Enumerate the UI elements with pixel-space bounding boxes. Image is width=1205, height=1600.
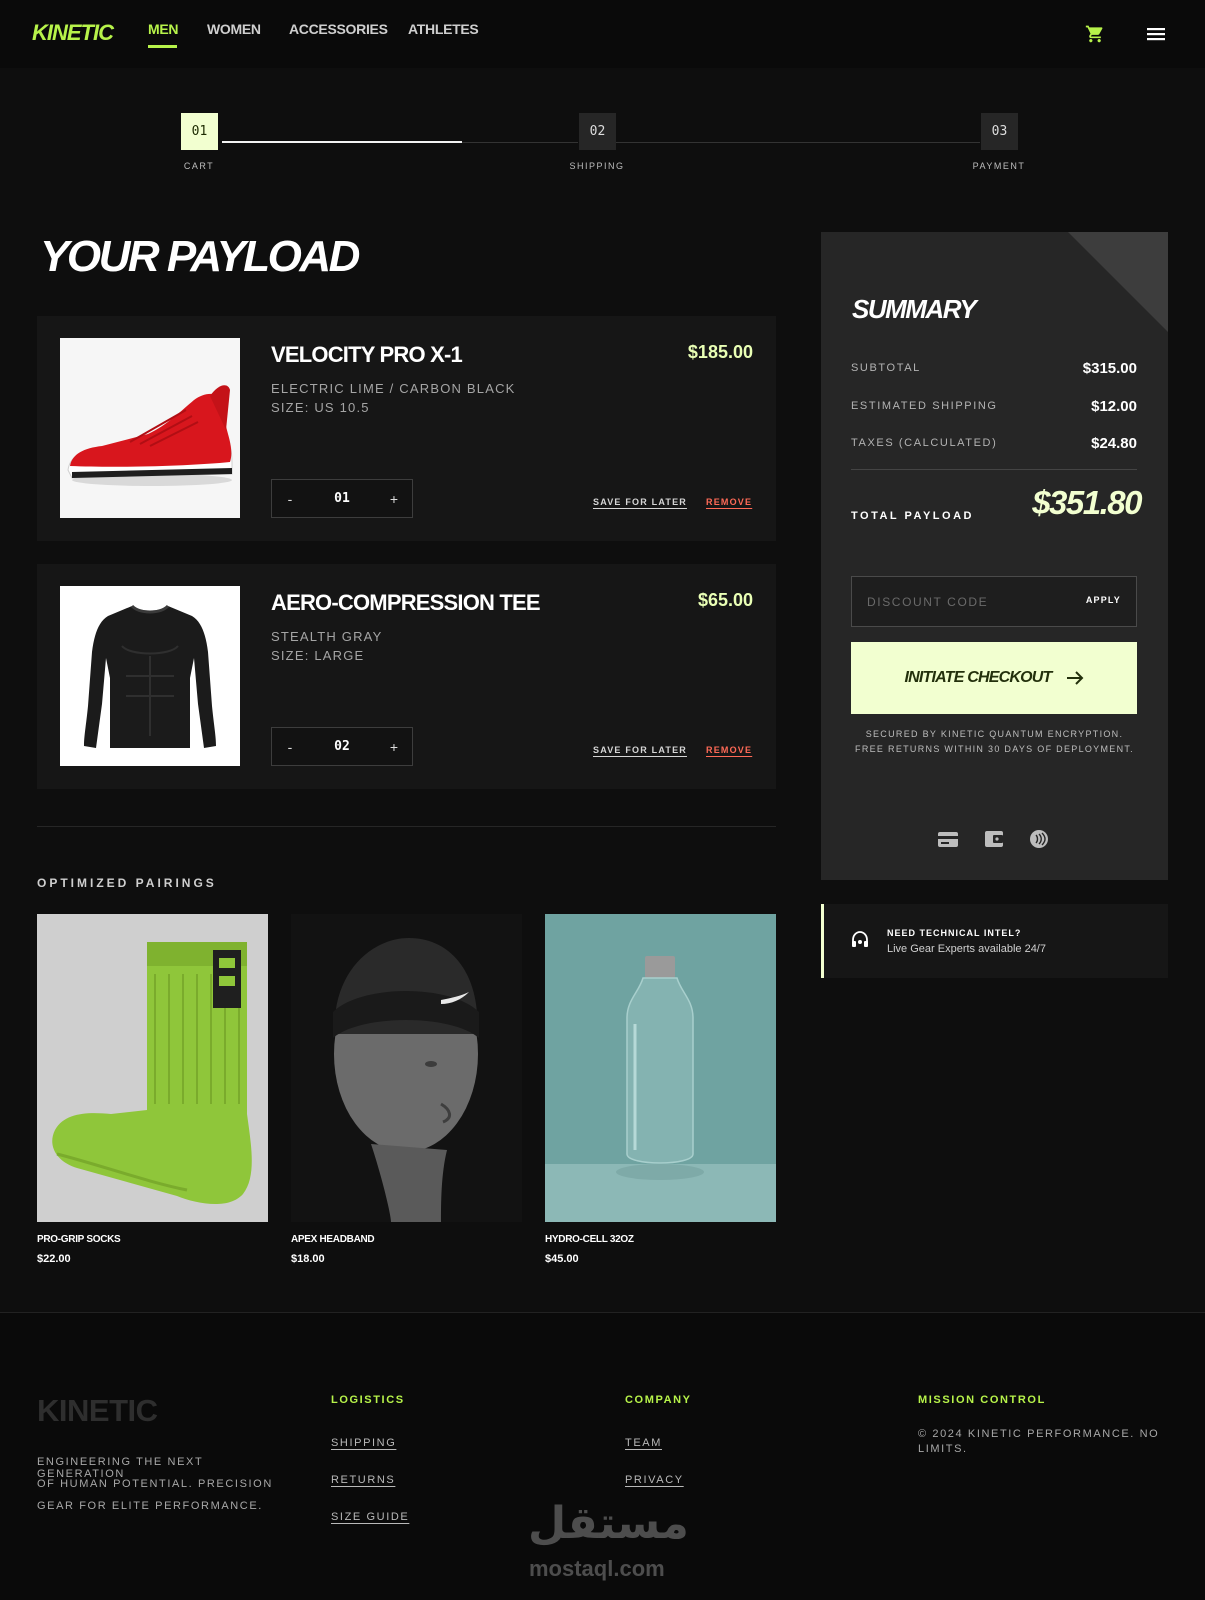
nav-link-accessories[interactable]: ACCESSORIES <box>289 21 388 37</box>
pairing-image-socks[interactable] <box>37 914 268 1222</box>
footer-link-size-guide[interactable]: SIZE GUIDE <box>331 1511 409 1523</box>
security-note: SECURED BY KINETIC QUANTUM ENCRYPTION. <box>865 729 1124 739</box>
footer-link-team[interactable]: TEAM <box>625 1437 662 1449</box>
top-nav: KINETIC MEN WOMEN ACCESSORIES ATHLETES <box>0 0 1205 68</box>
cart-item: AERO-COMPRESSION TEE STEALTH GRAY SIZE: … <box>37 564 776 789</box>
cart-icon[interactable] <box>1084 24 1106 44</box>
order-summary-panel: SUMMARY SUBTOTAL $315.00 ESTIMATED SHIPP… <box>821 232 1168 880</box>
save-for-later-link[interactable]: SAVE FOR LATER <box>593 745 687 755</box>
item-size: SIZE: LARGE <box>271 648 365 663</box>
item-price: $185.00 <box>687 342 753 362</box>
copyright-line: © 2024 KINETIC PERFORMANCE. NO <box>918 1428 1160 1440</box>
nav-link-men[interactable]: MEN <box>148 21 179 37</box>
nav-link-women[interactable]: WOMEN <box>207 21 261 37</box>
pairing-image-headband[interactable] <box>291 914 522 1222</box>
product-image-tee[interactable] <box>60 586 240 766</box>
stepper-line <box>616 142 980 143</box>
step-cart-number[interactable]: 01 <box>181 113 218 150</box>
taxes-label: TAXES (CALCULATED) <box>851 437 998 449</box>
summary-title: SUMMARY <box>852 294 977 324</box>
footer-heading-logistics: LOGISTICS <box>331 1394 405 1406</box>
footer-blurb-line: GEAR FOR ELITE PERFORMANCE. <box>37 1500 263 1512</box>
pairing-name[interactable]: HYDRO-CELL 32OZ <box>545 1234 634 1245</box>
summary-divider <box>851 469 1137 470</box>
nav-link-athletes[interactable]: ATHLETES <box>408 21 479 37</box>
stepper-line <box>462 142 578 143</box>
help-subtitle: Live Gear Experts available 24/7 <box>887 943 1046 955</box>
shipping-value: $12.00 <box>1091 398 1137 415</box>
decorative-corner <box>1068 232 1168 332</box>
discount-code-input[interactable] <box>852 577 1062 626</box>
decrease-qty-button[interactable]: - <box>272 728 308 765</box>
wallet-icon <box>985 831 1003 847</box>
quantity-stepper: - 01 + <box>271 479 413 518</box>
decrease-qty-button[interactable]: - <box>272 480 308 517</box>
footer-heading-mission-control: MISSION CONTROL <box>918 1394 1046 1406</box>
help-title: NEED TECHNICAL INTEL? <box>887 928 1022 938</box>
step-payment-number[interactable]: 03 <box>981 113 1018 150</box>
step-shipping-number[interactable]: 02 <box>579 113 616 150</box>
help-card[interactable]: NEED TECHNICAL INTEL? Live Gear Experts … <box>821 904 1168 978</box>
pairing-price: $22.00 <box>37 1253 71 1265</box>
pairings-heading: OPTIMIZED PAIRINGS <box>37 876 217 890</box>
copyright-line: LIMITS. <box>918 1443 968 1455</box>
pairing-price: $18.00 <box>291 1253 325 1265</box>
section-divider <box>37 826 776 827</box>
item-price: $65.00 <box>697 590 753 610</box>
menu-icon[interactable] <box>1146 26 1166 42</box>
copyright: © 2024 KINETIC PERFORMANCE. NO LIMITS. <box>918 1427 1178 1457</box>
arrow-right-icon <box>1066 671 1083 685</box>
subtotal-value: $315.00 <box>1082 360 1137 377</box>
checkout-button[interactable]: INITIATE CHECKOUT <box>851 642 1137 714</box>
page-title: YOUR PAYLOAD <box>40 232 360 281</box>
footer-blurb-line: ENGINEERING THE NEXT GENERATION <box>37 1456 204 1480</box>
contactless-icon <box>1030 830 1048 848</box>
watermark-latin: mostaql.com <box>529 1556 665 1581</box>
item-variant: STEALTH GRAY <box>271 629 383 644</box>
quantity-stepper: - 02 + <box>271 727 413 766</box>
watermark-arabic: مستقل <box>528 1498 689 1549</box>
total-value: $351.80 <box>1032 484 1142 521</box>
quantity-value[interactable]: 02 <box>308 728 376 765</box>
pairing-price: $45.00 <box>545 1253 579 1265</box>
returns-note: FREE RETURNS WITHIN 30 DAYS OF DEPLOYMEN… <box>855 744 1134 754</box>
credit-card-icon <box>938 832 958 847</box>
brand-logo[interactable]: KINETIC <box>32 20 114 46</box>
apply-discount-button[interactable]: APPLY <box>1086 595 1121 605</box>
increase-qty-button[interactable]: + <box>376 728 412 765</box>
pairing-name[interactable]: PRO-GRIP SOCKS <box>37 1234 121 1245</box>
nav-active-indicator <box>148 45 177 48</box>
footer-logo[interactable]: KINETIC <box>37 1393 158 1429</box>
shipping-label: ESTIMATED SHIPPING <box>851 400 998 412</box>
subtotal-label: SUBTOTAL <box>851 362 921 374</box>
pairing-name[interactable]: APEX HEADBAND <box>291 1234 375 1245</box>
total-label: TOTAL PAYLOAD <box>851 510 974 522</box>
headset-icon <box>852 931 868 947</box>
step-payment-label: PAYMENT <box>972 161 1026 171</box>
step-cart-label: CART <box>183 161 215 171</box>
stepper-progress-line <box>222 141 462 143</box>
taxes-value: $24.80 <box>1091 435 1137 452</box>
item-name[interactable]: AERO-COMPRESSION TEE <box>271 590 541 616</box>
checkout-button-label: INITIATE CHECKOUT <box>904 669 1053 686</box>
discount-field: APPLY <box>851 576 1137 627</box>
quantity-value[interactable]: 01 <box>308 480 376 517</box>
site-footer: KINETIC ENGINEERING THE NEXT GENERATION … <box>0 1312 1205 1600</box>
footer-link-shipping[interactable]: SHIPPING <box>331 1437 396 1449</box>
item-name[interactable]: VELOCITY PRO X-1 <box>271 342 463 368</box>
footer-link-returns[interactable]: RETURNS <box>331 1474 395 1486</box>
remove-item-link[interactable]: REMOVE <box>706 745 752 755</box>
item-size: SIZE: US 10.5 <box>271 400 370 415</box>
footer-link-privacy[interactable]: PRIVACY <box>625 1474 684 1486</box>
footer-blurb-line: OF HUMAN POTENTIAL. PRECISION <box>37 1478 273 1490</box>
cart-item: VELOCITY PRO X-1 ELECTRIC LIME / CARBON … <box>37 316 776 541</box>
increase-qty-button[interactable]: + <box>376 480 412 517</box>
step-shipping-label: SHIPPING <box>569 161 625 171</box>
pairing-image-bottle[interactable] <box>545 914 776 1222</box>
save-for-later-link[interactable]: SAVE FOR LATER <box>593 497 687 507</box>
product-image-shoe[interactable] <box>60 338 240 518</box>
footer-heading-company: COMPANY <box>625 1394 692 1406</box>
remove-item-link[interactable]: REMOVE <box>706 497 752 507</box>
item-variant: ELECTRIC LIME / CARBON BLACK <box>271 381 516 396</box>
